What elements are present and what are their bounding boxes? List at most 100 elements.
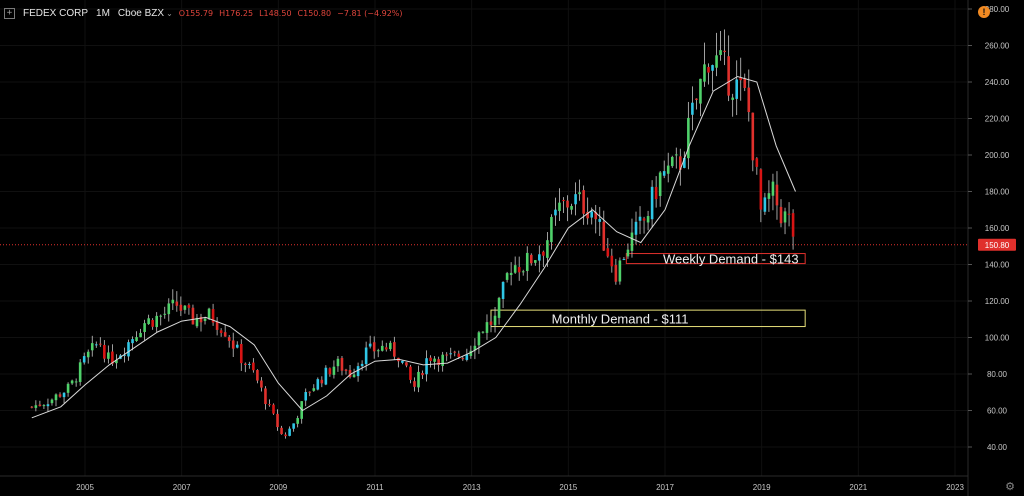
plus-icon[interactable]: + xyxy=(4,7,15,19)
candle-body xyxy=(413,381,416,387)
candle-body xyxy=(638,216,642,221)
candle-body xyxy=(457,353,461,357)
chevron-down-icon[interactable]: ⌄ xyxy=(166,9,173,18)
last-price-label: 150.80 xyxy=(985,241,1010,250)
candle-body xyxy=(58,394,62,397)
candle-body xyxy=(127,342,130,357)
open-value: O155.79 xyxy=(178,8,214,18)
candle-body xyxy=(50,399,54,404)
candle-body xyxy=(501,281,505,299)
price-chart[interactable]: Weekly Demand - $143 Monthly Demand - $11… xyxy=(0,0,1024,496)
candle-body xyxy=(743,78,747,88)
close-value: C150.80 xyxy=(297,8,332,18)
candle-body xyxy=(171,299,175,304)
candle-body xyxy=(715,55,718,68)
candle-body xyxy=(163,313,167,315)
x-tick-label: 2015 xyxy=(559,483,577,492)
candle-body xyxy=(558,202,561,212)
exchange-label[interactable]: Cboe BZX xyxy=(118,8,164,19)
candle-body xyxy=(260,380,263,388)
candle-body xyxy=(264,388,267,405)
candle-body xyxy=(46,404,50,407)
candle-body xyxy=(622,258,626,260)
x-tick-label: 2023 xyxy=(946,483,964,492)
candle-body xyxy=(107,352,110,359)
candle-body xyxy=(767,193,771,199)
candle-body xyxy=(248,363,251,365)
y-tick-label: 80.00 xyxy=(987,370,1008,379)
candle-body xyxy=(566,200,569,208)
candle-body xyxy=(505,273,509,280)
candle-body xyxy=(94,344,98,346)
y-tick-label: 220.00 xyxy=(985,115,1010,124)
candle-body xyxy=(509,272,513,276)
y-tick-label: 120.00 xyxy=(985,297,1010,306)
y-tick-label: 140.00 xyxy=(985,261,1010,270)
candle-body xyxy=(666,165,670,174)
candle-body xyxy=(187,304,191,308)
candle-body xyxy=(703,64,706,82)
candle-body xyxy=(719,50,722,55)
candle-body xyxy=(344,369,348,371)
low-value: L148.50 xyxy=(259,8,292,18)
candle-body xyxy=(542,251,545,256)
candle-body xyxy=(38,404,42,407)
candle-body xyxy=(360,363,364,367)
candle-body xyxy=(433,358,436,362)
y-tick-label: 160.00 xyxy=(985,224,1010,233)
candle-body xyxy=(727,56,730,96)
timeframe-label[interactable]: 1M xyxy=(96,8,110,19)
candle-body xyxy=(691,102,694,115)
candle-body xyxy=(707,66,710,73)
candle-body xyxy=(687,117,690,159)
candle-body xyxy=(54,394,58,401)
candle-body xyxy=(493,315,497,326)
candle-body xyxy=(235,344,239,348)
candle-body xyxy=(103,344,106,359)
candle-body xyxy=(143,323,146,332)
candle-body xyxy=(783,211,787,223)
candle-body xyxy=(312,388,316,391)
candle-body xyxy=(634,221,638,235)
candle-body xyxy=(445,354,448,356)
y-tick-label: 60.00 xyxy=(987,407,1008,416)
candle-body xyxy=(99,343,102,345)
candle-body xyxy=(284,434,287,437)
gear-icon[interactable]: ⚙ xyxy=(1004,481,1016,493)
candle-body xyxy=(755,158,759,167)
candle-body xyxy=(30,406,34,408)
candle-body xyxy=(66,383,70,393)
y-tick-label: 240.00 xyxy=(985,78,1010,87)
candle-body xyxy=(723,50,726,53)
candle-body xyxy=(227,337,231,341)
candle-body xyxy=(276,413,279,428)
candle-body xyxy=(151,320,154,327)
candle-body xyxy=(203,318,207,321)
candle-body xyxy=(90,343,94,351)
candle-body xyxy=(296,418,299,424)
candle-body xyxy=(328,368,332,375)
weekly-demand-label: Weekly Demand - $143 xyxy=(663,252,799,267)
x-tick-label: 2005 xyxy=(76,483,94,492)
x-tick-label: 2007 xyxy=(173,483,191,492)
x-tick-label: 2021 xyxy=(849,483,867,492)
candle-body xyxy=(131,339,134,344)
alert-icon[interactable]: ! xyxy=(978,6,990,18)
candle-body xyxy=(578,192,581,195)
candle-body xyxy=(747,87,751,113)
candle-body xyxy=(646,216,650,223)
candle-body xyxy=(393,342,396,357)
candle-body xyxy=(751,112,755,161)
last-price-tag: 150.80 xyxy=(978,238,1016,251)
candle-body xyxy=(308,391,312,393)
candle-body xyxy=(590,211,593,218)
candle-body xyxy=(74,381,78,383)
candle-body xyxy=(453,351,457,353)
candle-body xyxy=(191,307,195,325)
candle-body xyxy=(175,301,179,306)
candle-body xyxy=(441,354,444,366)
y-tick-label: 40.00 xyxy=(987,443,1008,452)
candle-body xyxy=(78,362,82,382)
candle-body xyxy=(320,379,324,384)
symbol-name[interactable]: FEDEX CORP xyxy=(23,8,88,19)
